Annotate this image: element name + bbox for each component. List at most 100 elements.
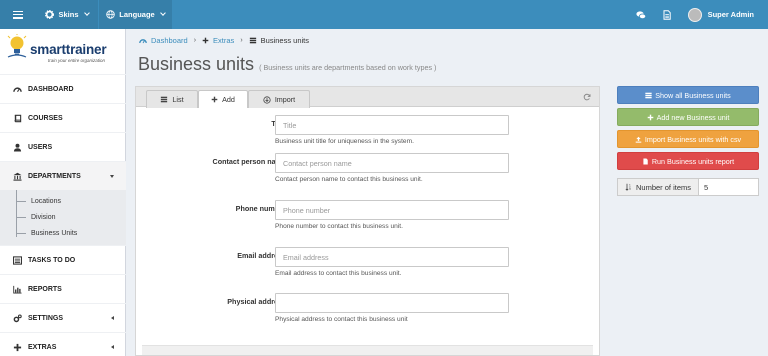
sidebar-item-users[interactable]: USERS	[0, 132, 126, 161]
contact-person-help: Contact person name to contact this busi…	[275, 176, 423, 183]
plus-icon	[647, 114, 653, 120]
globe-icon	[106, 10, 116, 19]
run-report-button[interactable]: Run Business units report	[617, 152, 759, 170]
avatar	[687, 7, 702, 22]
bank-icon	[12, 172, 22, 181]
physical-address-help: Physical address to contact this busines…	[275, 316, 408, 323]
phone-number-label: Phone number	[235, 204, 286, 213]
submenu-item-division[interactable]: Division	[0, 209, 126, 225]
phone-number-help: Phone number to contact this business un…	[275, 223, 403, 230]
plus-icon	[12, 343, 22, 352]
document-icon	[643, 158, 648, 164]
user-name: Super Admin	[707, 10, 754, 19]
import-csv-button[interactable]: Import Business units with csv	[617, 130, 759, 148]
tab-list[interactable]: List	[146, 90, 198, 108]
tab-add[interactable]: Add	[198, 90, 248, 108]
breadcrumb-extras-link[interactable]: Extras	[213, 36, 234, 45]
dashboard-icon	[12, 85, 22, 94]
book-icon	[12, 114, 22, 123]
skins-menu-button[interactable]: Skins	[36, 0, 98, 29]
form-footer	[142, 345, 593, 355]
messages-button[interactable]	[628, 0, 654, 29]
number-of-items-label: Number of items	[635, 182, 692, 192]
breadcrumb-current: Business units	[260, 36, 310, 45]
gear-icon	[45, 10, 55, 19]
page-title: Business units	[138, 54, 255, 74]
caret-down-icon	[110, 175, 114, 178]
submenu-item-locations[interactable]: Locations	[0, 193, 126, 209]
plus-icon	[211, 96, 218, 103]
sidebar-item-tasks-to-do[interactable]: TASKS TO DO	[0, 245, 126, 274]
import-csv-label: Import Business units with csv	[644, 134, 742, 144]
physical-address-label: Physical address	[227, 297, 286, 306]
caret-left-icon	[111, 345, 114, 349]
departments-submenu: Locations Division Business Units	[0, 190, 126, 245]
breadcrumb-separator-icon: ›	[193, 37, 197, 44]
title-input[interactable]	[275, 115, 509, 135]
chevron-down-icon	[159, 10, 166, 16]
brand-tagline: train your entire organization	[48, 58, 106, 63]
email-address-help: Email address to contact this business u…	[275, 270, 402, 277]
language-menu-button[interactable]: Language	[98, 0, 172, 29]
title-label: Title	[136, 119, 286, 128]
list-icon	[645, 92, 652, 98]
page-subtitle: ( Business units are departments based o…	[259, 63, 437, 72]
sidebar-item-departments[interactable]: DEPARTMENTS	[0, 161, 126, 190]
sidebar-item-settings[interactable]: SETTINGS	[0, 303, 126, 332]
contact-person-input[interactable]	[275, 153, 509, 173]
email-address-label: Email address	[237, 251, 286, 260]
number-of-items-input[interactable]	[699, 178, 759, 196]
logo-mark-icon	[7, 34, 27, 58]
show-all-business-units-button[interactable]: Show all Business units	[617, 86, 759, 104]
tab-import[interactable]: Import	[248, 90, 310, 108]
dashboard-icon	[139, 38, 147, 43]
number-of-items-label-box: 19 Number of items	[617, 178, 699, 196]
sidebar-item-courses[interactable]: COURSES	[0, 103, 126, 132]
phone-number-input[interactable]	[275, 200, 509, 220]
add-new-business-unit-button[interactable]: Add new Business unit	[617, 108, 759, 126]
user-icon	[12, 143, 22, 152]
caret-left-icon	[111, 316, 114, 320]
bar-chart-icon	[12, 285, 22, 294]
show-all-label: Show all Business units	[655, 90, 731, 100]
physical-address-textarea[interactable]	[275, 293, 509, 313]
list-icon	[12, 255, 22, 265]
breadcrumb-separator-icon: ›	[240, 37, 243, 44]
sidebar-item-label: EXTRAS	[28, 343, 57, 351]
breadcrumb-dashboard-link[interactable]: Dashboard	[151, 36, 188, 45]
sidebar-item-dashboard[interactable]: DASHBOARD	[0, 74, 126, 103]
number-of-items-group: 19 Number of items	[617, 178, 759, 196]
import-icon	[263, 95, 271, 104]
list-icon	[161, 96, 168, 103]
refresh-icon[interactable]	[583, 93, 591, 101]
sidebar-toggle-button[interactable]	[0, 0, 36, 29]
sidebar-item-reports[interactable]: REPORTS	[0, 274, 126, 303]
hamburger-icon	[13, 10, 23, 19]
comments-icon	[635, 10, 646, 19]
sidebar-item-label: COURSES	[28, 114, 63, 122]
upload-icon	[635, 136, 642, 143]
business-unit-form-panel: List Add Import Title Business unit titl…	[135, 86, 600, 356]
sidebar: smarttrainer train your entire organizat…	[0, 29, 126, 356]
email-address-input[interactable]	[275, 247, 509, 267]
plus-icon	[202, 37, 209, 44]
page-header: Business units ( Business units are depa…	[138, 54, 436, 75]
sidebar-item-extras[interactable]: EXTRAS	[0, 332, 126, 356]
svg-text:9: 9	[629, 187, 631, 191]
sidebar-item-label: TASKS TO DO	[28, 256, 76, 264]
submenu-item-business-units[interactable]: Business Units	[0, 225, 126, 241]
document-icon	[663, 9, 671, 20]
run-report-label: Run Business units report	[651, 156, 735, 166]
contact-person-label: Contact person name	[212, 157, 287, 166]
documents-button[interactable]	[654, 0, 680, 29]
cogs-icon	[12, 313, 22, 323]
title-help: Business unit title for uniqueness in th…	[275, 138, 414, 145]
language-label: Language	[119, 10, 155, 19]
tab-bar: List Add Import	[136, 87, 599, 108]
sidebar-item-label: DASHBOARD	[28, 85, 74, 93]
skins-label: Skins	[58, 10, 79, 19]
user-menu[interactable]: Super Admin	[680, 0, 768, 29]
brand-name: smarttrainer	[30, 42, 107, 57]
sidebar-nav: DASHBOARD COURSES USERS DEPARTMENTS Loca…	[0, 74, 126, 356]
breadcrumb: Dashboard › Extras › Business units	[139, 36, 309, 45]
